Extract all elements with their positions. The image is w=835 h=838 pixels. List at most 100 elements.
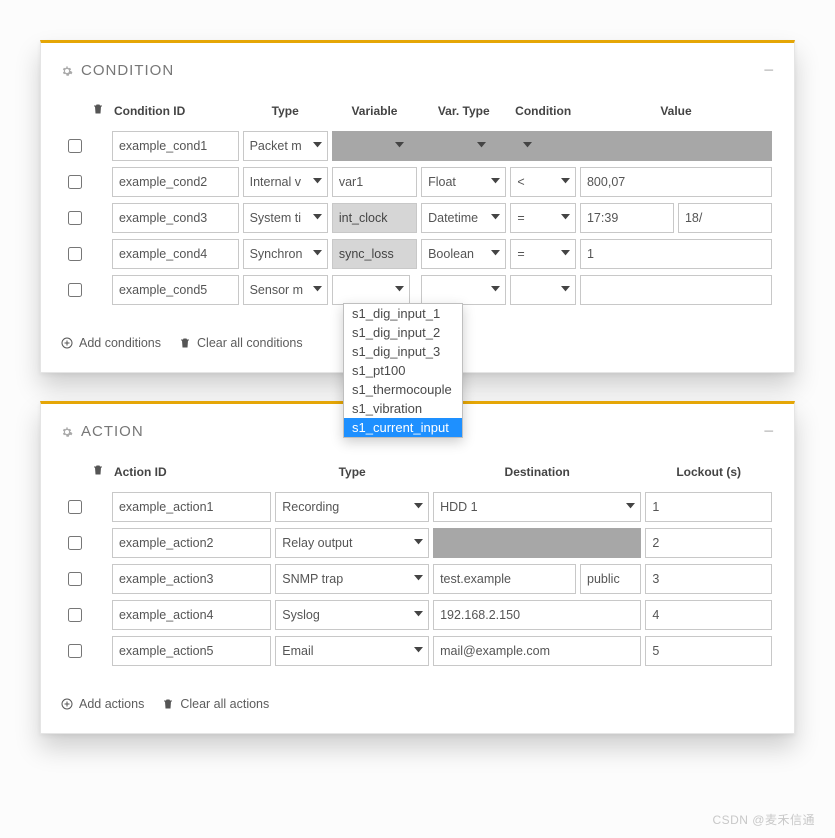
vartype-select[interactable]: Float [421,167,506,197]
condition-select[interactable]: = [510,239,576,269]
clear-actions-link[interactable]: Clear all actions [162,697,269,711]
trash-icon[interactable] [92,103,104,115]
type-select[interactable]: SNMP trap [275,564,429,594]
watermark: CSDN @麦禾信通 [712,811,815,828]
condition-select [492,131,538,161]
row-checkbox[interactable] [68,175,82,189]
dropdown-option[interactable]: s1_thermocouple [344,380,462,399]
vartype-select [410,131,492,161]
type-select[interactable]: System ti [243,203,328,233]
type-select[interactable]: Relay output [275,528,429,558]
type-select[interactable]: Packet m [243,131,328,161]
condition-select[interactable] [510,275,576,305]
col-type: Type [241,97,330,128]
dropdown-option[interactable]: s1_dig_input_2 [344,323,462,342]
variable-select[interactable] [332,275,410,305]
row-checkbox[interactable] [68,247,82,261]
variable-input [332,203,417,233]
table-row: Email [61,633,774,669]
col-type: Type [273,458,431,489]
row-checkbox[interactable] [68,283,82,297]
table-row: Synchron Boolean= [61,236,774,272]
col-destination: Destination [431,458,643,489]
table-row: RecordingHDD 1 [61,489,774,525]
condition-id-input[interactable] [112,239,239,269]
vartype-select[interactable] [421,275,506,305]
table-row: Packet m [61,128,774,164]
action-id-input[interactable] [112,492,271,522]
lockout-input[interactable] [645,600,772,630]
type-select[interactable]: Internal v [243,167,328,197]
destination-input[interactable] [433,600,641,630]
type-select[interactable]: Syslog [275,600,429,630]
destination-input[interactable] [433,564,576,594]
trash-icon[interactable] [92,464,104,476]
row-checkbox[interactable] [68,500,82,514]
panel-title: CONDITION [81,62,174,79]
lockout-input[interactable] [645,492,772,522]
add-actions-link[interactable]: Add actions [61,697,144,711]
action-id-input[interactable] [112,636,271,666]
table-row: System ti Datetime= [61,200,774,236]
action-panel: ACTION − Action ID Type Des [40,401,795,734]
destination-input [433,528,641,558]
vartype-select[interactable]: Datetime [421,203,506,233]
dropdown-option[interactable]: s1_pt100 [344,361,462,380]
condition-select[interactable]: < [510,167,576,197]
lockout-input[interactable] [645,636,772,666]
value-input [538,131,772,161]
col-lockout: Lockout (s) [643,458,774,489]
action-id-input[interactable] [112,564,271,594]
row-checkbox[interactable] [68,608,82,622]
type-select[interactable]: Email [275,636,429,666]
value-input[interactable] [580,275,772,305]
variable-select [332,131,410,161]
destination-select[interactable]: HDD 1 [433,492,641,522]
clear-conditions-link[interactable]: Clear all conditions [179,336,303,350]
col-condition: Condition [508,97,578,128]
value-input[interactable] [580,167,772,197]
destination-input[interactable] [433,636,641,666]
value-input[interactable] [580,203,674,233]
value2-input[interactable] [678,203,772,233]
condition-id-input[interactable] [112,131,239,161]
condition-select[interactable]: = [510,203,576,233]
condition-panel: CONDITION − Condition ID [40,40,795,373]
col-value: Value [578,97,774,128]
condition-id-input[interactable] [112,167,239,197]
type-select[interactable]: Synchron [243,239,328,269]
panel-title: ACTION [81,423,144,440]
row-checkbox[interactable] [68,211,82,225]
col-condition-id: Condition ID [110,97,241,128]
lockout-input[interactable] [645,564,772,594]
add-conditions-link[interactable]: Add conditions [61,336,161,350]
vartype-select[interactable]: Boolean [421,239,506,269]
col-variable: Variable [330,97,419,128]
row-checkbox[interactable] [68,536,82,550]
col-action-id: Action ID [110,458,273,489]
dropdown-option[interactable]: s1_vibration [344,399,462,418]
trash-icon [179,337,191,349]
action-id-input[interactable] [112,600,271,630]
condition-id-input[interactable] [112,203,239,233]
row-checkbox[interactable] [68,572,82,586]
lockout-input[interactable] [645,528,772,558]
destination2-input[interactable] [580,564,641,594]
variable-input[interactable] [332,167,417,197]
type-select[interactable]: Sensor m [243,275,328,305]
row-checkbox[interactable] [68,644,82,658]
variable-dropdown-popup[interactable]: s1_dig_input_1s1_dig_input_2s1_dig_input… [343,303,463,438]
type-select[interactable]: Recording [275,492,429,522]
value-input[interactable] [580,239,772,269]
collapse-button[interactable]: − [763,61,774,79]
variable-input [332,239,417,269]
dropdown-option[interactable]: s1_dig_input_1 [344,304,462,323]
condition-id-input[interactable] [112,275,239,305]
row-checkbox[interactable] [68,139,82,153]
collapse-button[interactable]: − [763,422,774,440]
table-row: Relay output [61,525,774,561]
plus-circle-icon [61,698,73,710]
action-id-input[interactable] [112,528,271,558]
dropdown-option[interactable]: s1_current_input [344,418,462,437]
dropdown-option[interactable]: s1_dig_input_3 [344,342,462,361]
